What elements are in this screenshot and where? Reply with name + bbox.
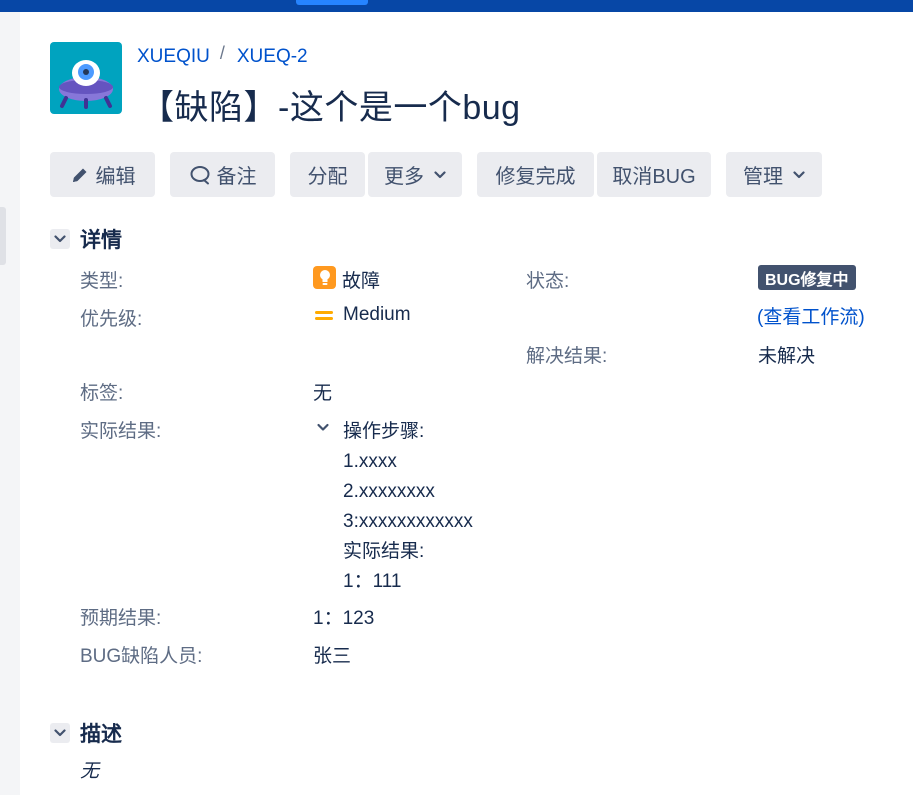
type-label: 类型: [80, 271, 124, 292]
pencil-icon [70, 165, 90, 185]
chevron-down-icon [793, 170, 805, 179]
chevron-down-icon [50, 723, 70, 743]
status-label: 状态: [526, 271, 570, 292]
expected-result-value: 1：123 [313, 608, 375, 629]
actual-result-line: 2.xxxxxxxx [343, 481, 435, 502]
bug-person-value: 张三 [313, 646, 352, 667]
breadcrumb-issue-link[interactable]: XUEQ-2 [237, 46, 308, 68]
breadcrumb-separator: / [219, 42, 225, 63]
cancel-bug-button-label: 取消BUG [612, 166, 696, 188]
cancel-bug-button[interactable]: 取消BUG [597, 152, 711, 197]
collapse-field-toggle[interactable] [316, 417, 330, 443]
expected-result-label: 预期结果: [80, 608, 162, 629]
top-navigation-bar [0, 0, 913, 12]
comment-button[interactable]: 备注 [170, 152, 275, 197]
left-sidebar-rail [0, 12, 20, 795]
actual-result-line: 1：111 [343, 571, 402, 592]
assign-button[interactable]: 分配 [290, 152, 365, 197]
actual-result-line: 实际结果: [343, 541, 425, 562]
admin-button-label: 管理 [743, 166, 783, 188]
type-value: 故障 [342, 271, 381, 292]
assign-button-label: 分配 [307, 166, 348, 188]
actual-result-line: 操作步骤: [343, 421, 425, 442]
breadcrumb-project-link[interactable]: XUEQIU [137, 46, 210, 68]
labels-value: 无 [313, 383, 333, 404]
chevron-down-icon [434, 170, 446, 179]
description-section-toggle[interactable]: 描述 [50, 718, 122, 748]
sidebar-resize-handle[interactable] [0, 207, 6, 265]
description-heading: 描述 [80, 723, 122, 746]
view-workflow: (查看工作流) [757, 307, 865, 328]
more-dropdown-button[interactable]: 更多 [368, 152, 462, 197]
chevron-down-icon [50, 229, 70, 249]
description-value[interactable]: 无 [80, 756, 99, 783]
actual-result-label: 实际结果: [80, 421, 162, 442]
resolution-label: 解决结果: [526, 346, 608, 367]
actual-result-line: 3:xxxxxxxxxxxx [343, 511, 473, 532]
status-badge[interactable]: BUG修复中 [758, 265, 856, 290]
comment-button-label: 备注 [216, 166, 257, 188]
details-section-toggle[interactable]: 详情 [50, 224, 122, 254]
details-heading: 详情 [80, 229, 122, 252]
edit-button-label: 编辑 [95, 166, 136, 188]
fix-done-button[interactable]: 修复完成 [477, 152, 594, 197]
bug-person-label: BUG缺陷人员: [80, 646, 203, 667]
edit-button[interactable]: 编辑 [50, 152, 155, 197]
breadcrumb: XUEQIU / XUEQ-2 [137, 42, 308, 68]
project-avatar[interactable] [50, 42, 122, 114]
issue-title[interactable]: 【缺陷】-这个是一个bug [140, 80, 521, 129]
admin-dropdown-button[interactable]: 管理 [726, 152, 822, 197]
resolution-value: 未解决 [758, 346, 816, 367]
labels-label: 标签: [80, 383, 124, 404]
priority-value: Medium [343, 304, 411, 325]
active-nav-indicator[interactable] [296, 0, 368, 5]
view-workflow-link[interactable]: 查看工作流 [763, 307, 858, 328]
actual-result-line: 1.xxxx [343, 451, 397, 472]
bug-lightbulb-icon [313, 266, 336, 289]
priority-label: 优先级: [80, 309, 143, 330]
comment-icon [189, 165, 211, 185]
more-button-label: 更多 [384, 166, 424, 188]
actual-result-body: 1.xxxx 2.xxxxxxxx 3:xxxxxxxxxxxx 实际结果: 1… [343, 447, 473, 597]
fix-done-button-label: 修复完成 [495, 166, 576, 188]
priority-medium-icon [315, 304, 333, 332]
